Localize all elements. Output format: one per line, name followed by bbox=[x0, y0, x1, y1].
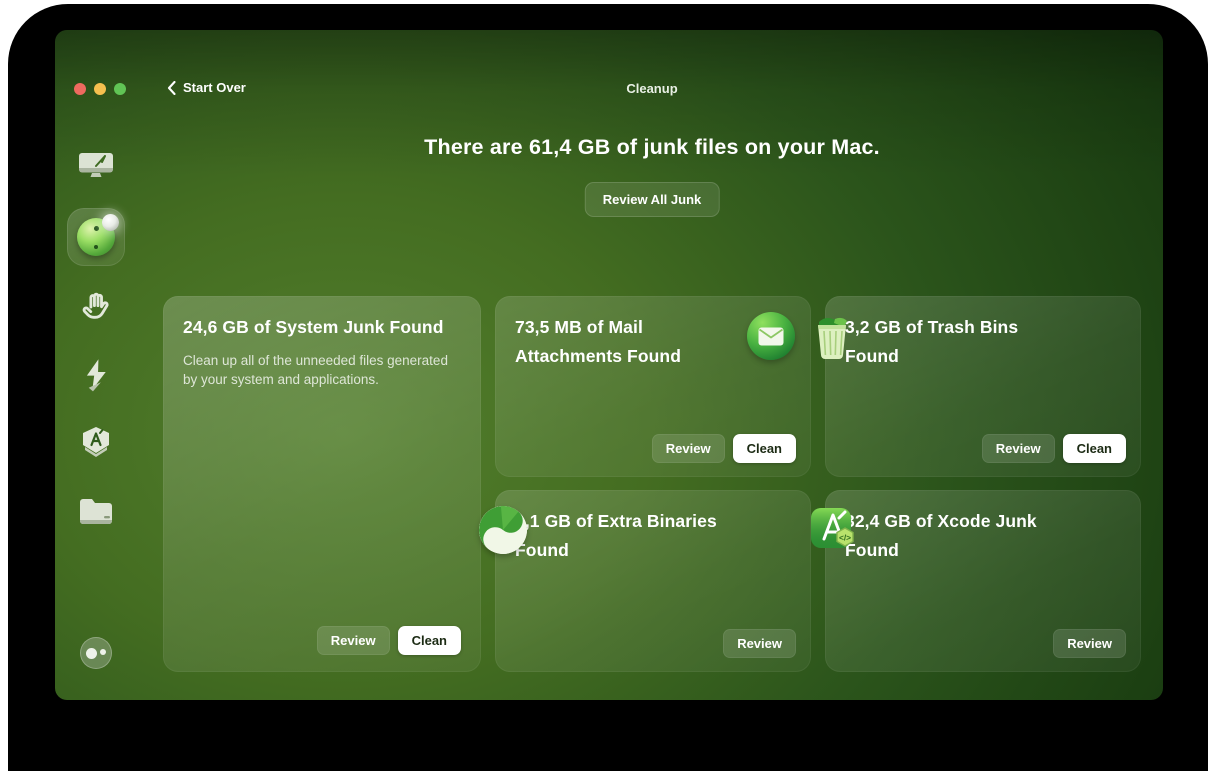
review-label: Review bbox=[995, 441, 1041, 456]
review-label: Review bbox=[737, 636, 782, 651]
notification-dot bbox=[102, 214, 119, 231]
xcode-icon: </> bbox=[809, 506, 857, 554]
card-xcode-junk[interactable]: 32,4 GB of Xcode Junk Found </> Review bbox=[811, 490, 1141, 672]
system-junk-review-button[interactable]: Review bbox=[316, 626, 390, 655]
zoom-window-button[interactable] bbox=[114, 83, 126, 95]
review-label: Review bbox=[665, 441, 711, 456]
trash-bin-icon bbox=[809, 312, 857, 360]
mail-review-button[interactable]: Review bbox=[651, 434, 725, 463]
svg-text:</>: </> bbox=[839, 533, 851, 543]
sidebar-item-assistant[interactable] bbox=[80, 637, 112, 669]
start-over-button[interactable]: Start Over bbox=[167, 80, 246, 95]
card-trash-bins[interactable]: 3,2 GB of Trash Bins Found Review Clean bbox=[818, 296, 1141, 477]
trash-bins-title: 3,2 GB of Trash Bins Found bbox=[845, 317, 1019, 366]
sidebar-item-protection[interactable] bbox=[79, 290, 113, 324]
sidebar-item-cleanup[interactable] bbox=[67, 208, 125, 266]
minimize-window-button[interactable] bbox=[94, 83, 106, 95]
page-title: Cleanup bbox=[626, 81, 678, 96]
trash-clean-button[interactable]: Clean bbox=[1062, 434, 1126, 463]
sidebar-item-files[interactable] bbox=[77, 496, 115, 528]
sidebar-item-my-mac[interactable] bbox=[78, 149, 114, 181]
xcode-review-button[interactable]: Review bbox=[1053, 629, 1126, 658]
mac-display-icon bbox=[78, 149, 114, 181]
xcode-junk-title: 32,4 GB of Xcode Junk Found bbox=[845, 511, 1037, 560]
folder-icon bbox=[77, 496, 115, 528]
review-label: Review bbox=[1067, 636, 1112, 651]
cleanup-sphere-icon bbox=[77, 214, 119, 256]
lightning-icon bbox=[81, 358, 111, 392]
start-over-label: Start Over bbox=[183, 80, 246, 95]
mail-attachments-title: 73,5 MB of Mail Attachments Found bbox=[515, 317, 682, 366]
mail-clean-button[interactable]: Clean bbox=[732, 434, 796, 463]
chevron-left-icon bbox=[167, 80, 176, 95]
junk-summary-heading: There are 61,4 GB of junk files on your … bbox=[424, 135, 880, 159]
hand-icon bbox=[79, 290, 113, 324]
system-junk-title: 24,6 GB of System Junk Found bbox=[183, 317, 444, 337]
card-system-junk[interactable]: 24,6 GB of System Junk Found Clean up al… bbox=[163, 296, 481, 672]
mail-icon bbox=[747, 312, 795, 360]
review-label: Review bbox=[330, 633, 376, 648]
review-all-junk-button[interactable]: Review All Junk bbox=[584, 182, 720, 217]
extra-binaries-title: 1,1 GB of Extra Binaries Found bbox=[515, 511, 717, 560]
system-junk-clean-button[interactable]: Clean bbox=[397, 626, 461, 655]
sidebar-item-applications[interactable] bbox=[78, 425, 114, 463]
clean-label: Clean bbox=[411, 633, 447, 648]
clean-label: Clean bbox=[746, 441, 782, 456]
app-window: Start Over Cleanup There are 61,4 GB of … bbox=[55, 30, 1163, 700]
system-junk-description: Clean up all of the unneeded files gener… bbox=[183, 353, 448, 387]
close-window-button[interactable] bbox=[74, 83, 86, 95]
applications-icon bbox=[78, 425, 114, 463]
binaries-review-button[interactable]: Review bbox=[723, 629, 796, 658]
binaries-yinyang-icon bbox=[479, 506, 527, 554]
review-all-junk-label: Review All Junk bbox=[602, 192, 702, 207]
sidebar-item-performance[interactable] bbox=[81, 358, 111, 392]
screenshot-canvas: Start Over Cleanup There are 61,4 GB of … bbox=[0, 0, 1216, 771]
assistant-icon bbox=[80, 637, 112, 669]
trash-review-button[interactable]: Review bbox=[981, 434, 1055, 463]
clean-label: Clean bbox=[1076, 441, 1112, 456]
card-mail-attachments[interactable]: 73,5 MB of Mail Attachments Found Review… bbox=[495, 296, 811, 477]
card-extra-binaries[interactable]: 1,1 GB of Extra Binaries Found Review bbox=[479, 490, 811, 672]
